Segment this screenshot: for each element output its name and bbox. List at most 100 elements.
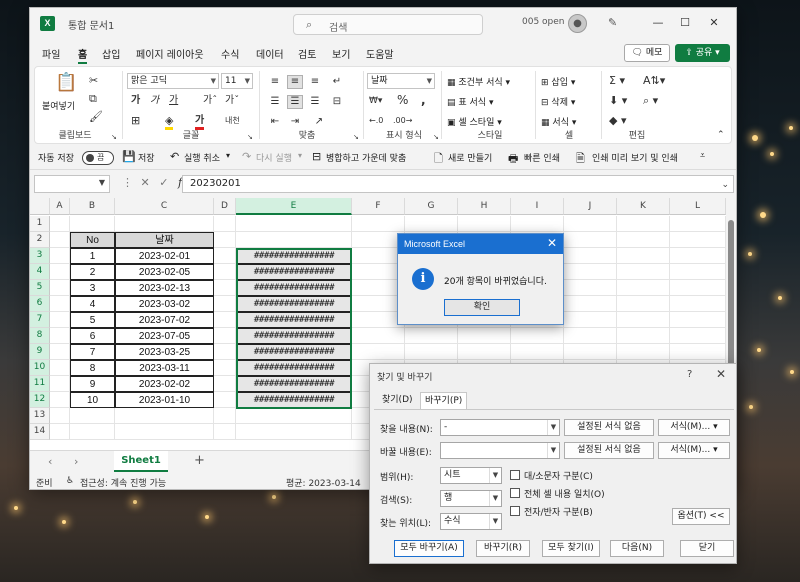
align-center-icon[interactable]: ☰ xyxy=(287,95,303,109)
menu-help[interactable]: 도움말 xyxy=(366,46,394,61)
grid-cell[interactable] xyxy=(511,328,564,344)
avatar[interactable]: ● xyxy=(568,14,587,33)
format-cells-button[interactable]: ▦ 서식 ▾ xyxy=(541,115,576,128)
overflow-cell[interactable]: ################ xyxy=(236,312,352,328)
grid-cell[interactable] xyxy=(617,280,670,296)
undo-icon[interactable]: ↶ xyxy=(170,150,179,163)
share-button[interactable]: ⇪ 공유 ▾ xyxy=(675,44,730,62)
grid-cell[interactable] xyxy=(214,312,236,328)
grid-cell[interactable] xyxy=(50,408,70,424)
memo-button[interactable]: 🗨 메모 xyxy=(624,44,670,62)
merge-icon[interactable]: ⊟ xyxy=(312,150,321,163)
grid-cell[interactable] xyxy=(564,296,617,312)
table-cell[interactable]: 5 xyxy=(70,312,115,328)
sheet-tab-sheet1[interactable]: Sheet1 xyxy=(114,451,168,472)
grid-cell[interactable] xyxy=(670,328,726,344)
menu-view[interactable]: 보기 xyxy=(332,46,350,61)
redo-button[interactable]: 다시 실행 xyxy=(256,151,292,164)
menu-file[interactable]: 파일 xyxy=(42,46,60,61)
grid-cell[interactable] xyxy=(236,424,352,440)
scrollbar-thumb[interactable] xyxy=(728,220,734,380)
row-header[interactable]: 9 xyxy=(30,344,50,360)
grid-cell[interactable] xyxy=(236,408,352,424)
row-header[interactable]: 14 xyxy=(30,424,50,440)
insert-cells-button[interactable]: ⊞ 삽입 ▾ xyxy=(541,75,575,88)
row-header[interactable]: 8 xyxy=(30,328,50,344)
table-cell[interactable]: 2023-03-02 xyxy=(115,296,214,312)
grid-cell[interactable] xyxy=(670,296,726,312)
print-preview-button[interactable]: 인쇄 미리 보기 및 인쇄 xyxy=(592,151,678,164)
merge-center-icon[interactable]: ⊟ xyxy=(329,95,345,109)
undo-button[interactable]: 실행 취소 xyxy=(184,151,220,164)
grid-cell[interactable] xyxy=(670,216,726,232)
look-in-select[interactable]: 수식 ▼ xyxy=(440,513,502,530)
clear-icon[interactable]: ◆ ▾ xyxy=(609,115,626,127)
overflow-cell[interactable]: ################ xyxy=(236,392,352,408)
grid-cell[interactable] xyxy=(50,264,70,280)
close-dialog-button[interactable]: 닫기 xyxy=(680,540,734,557)
grid-cell[interactable] xyxy=(458,344,511,360)
table-cell[interactable]: 2023-02-05 xyxy=(115,264,214,280)
grid-cell[interactable] xyxy=(70,408,115,424)
row-header[interactable]: 5 xyxy=(30,280,50,296)
font-name-select[interactable]: 맑은 고딕 ▼ xyxy=(127,73,219,89)
accessibility-status[interactable]: 접근성: 계속 진행 가능 xyxy=(80,476,166,489)
grid-cell[interactable] xyxy=(50,232,70,248)
print-preview-icon[interactable]: 🗎 xyxy=(576,150,585,169)
grid-cell[interactable] xyxy=(214,328,236,344)
overflow-cell[interactable]: ################ xyxy=(236,296,352,312)
column-header-b[interactable]: B xyxy=(70,198,115,215)
table-header-cell[interactable]: 날짜 xyxy=(115,232,214,248)
column-header-c[interactable]: C xyxy=(115,198,214,215)
table-cell[interactable]: 9 xyxy=(70,376,115,392)
minimize-button[interactable]: — xyxy=(646,13,670,33)
grid-cell[interactable] xyxy=(214,376,236,392)
pen-icon[interactable]: ✎ xyxy=(608,16,617,29)
replace-all-button[interactable]: 모두 바꾸기(A) xyxy=(394,540,464,557)
grid-cell[interactable] xyxy=(214,264,236,280)
account-name[interactable]: 005 open xyxy=(522,17,565,27)
table-header-cell[interactable]: No xyxy=(70,232,115,248)
align-middle-icon[interactable]: ≡ xyxy=(287,75,303,89)
fill-icon[interactable]: ⬇ ▾ xyxy=(609,95,627,107)
underline-icon[interactable]: 가 xyxy=(169,95,178,107)
menu-review[interactable]: 검토 xyxy=(298,46,316,61)
overflow-cell[interactable]: ################ xyxy=(236,360,352,376)
table-cell[interactable]: 6 xyxy=(70,328,115,344)
decrease-font-icon[interactable]: 가ˇ xyxy=(225,95,239,107)
grid-cell[interactable] xyxy=(617,296,670,312)
grid-cell[interactable] xyxy=(50,424,70,440)
cut-icon[interactable]: ✂ xyxy=(89,75,98,87)
grid-cell[interactable] xyxy=(564,280,617,296)
italic-icon[interactable]: 가 xyxy=(150,95,159,107)
column-header-k[interactable]: K xyxy=(617,198,670,215)
save-button[interactable]: 저장 xyxy=(138,151,155,164)
grid-cell[interactable] xyxy=(670,264,726,280)
align-left-icon[interactable]: ☰ xyxy=(267,95,283,109)
grid-cell[interactable] xyxy=(115,216,214,232)
help-icon[interactable]: ? xyxy=(687,369,692,380)
table-cell[interactable]: 2023-03-11 xyxy=(115,360,214,376)
column-header-l[interactable]: L xyxy=(670,198,726,215)
grid-cell[interactable] xyxy=(50,328,70,344)
menu-page-layout[interactable]: 페이지 레이아웃 xyxy=(136,46,204,61)
grid-cell[interactable] xyxy=(405,216,458,232)
table-cell[interactable]: 8 xyxy=(70,360,115,376)
grid-cell[interactable] xyxy=(236,232,352,248)
grid-cell[interactable] xyxy=(50,312,70,328)
grid-cell[interactable] xyxy=(236,216,352,232)
replace-button[interactable]: 바꾸기(R) xyxy=(476,540,530,557)
grid-cell[interactable] xyxy=(214,344,236,360)
grid-cell[interactable] xyxy=(70,424,115,440)
decrease-decimal-icon[interactable]: .00→ xyxy=(393,115,412,127)
accessibility-icon[interactable]: ♿ xyxy=(66,476,74,486)
grid-cell[interactable] xyxy=(115,424,214,440)
undo-dropdown-icon[interactable]: ▾ xyxy=(226,151,230,160)
quick-print-button[interactable]: 빠른 인쇄 xyxy=(524,151,560,164)
grid-cell[interactable] xyxy=(50,360,70,376)
cell-style-button[interactable]: ▣ 셀 스타일 ▾ xyxy=(447,115,502,128)
grid-cell[interactable] xyxy=(50,376,70,392)
orientation-icon[interactable]: ↗ xyxy=(311,115,327,129)
comma-icon[interactable]: , xyxy=(421,94,426,106)
grid-cell[interactable] xyxy=(115,408,214,424)
